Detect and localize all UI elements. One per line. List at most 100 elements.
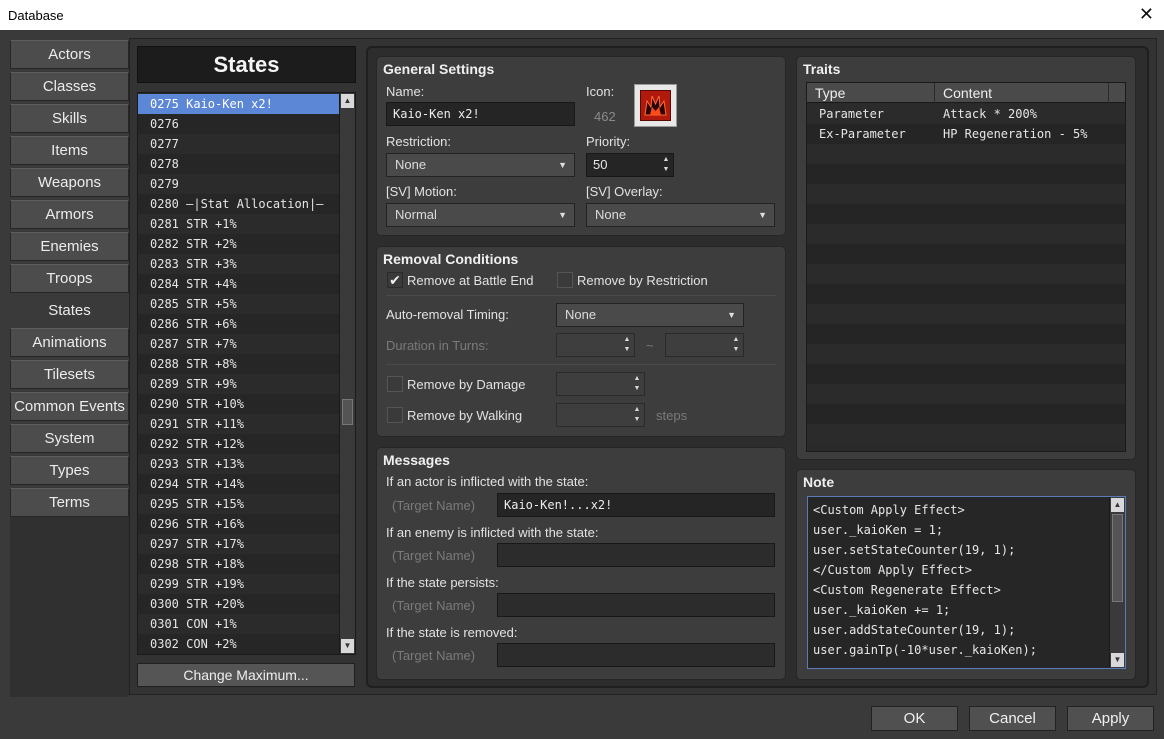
msg-persists-input[interactable]: [497, 593, 775, 617]
category-animations[interactable]: Animations: [10, 328, 129, 357]
list-item[interactable]: 0283 STR +3%: [138, 254, 340, 274]
scroll-up-icon[interactable]: ▲: [341, 94, 354, 108]
scroll-thumb[interactable]: [1112, 514, 1123, 602]
spinner-arrows-icon[interactable]: ▲ ▼: [731, 335, 741, 355]
category-system[interactable]: System: [10, 424, 129, 453]
states-list[interactable]: 0275 Kaio-Ken x2! 0276 0277 0278 0279 0280 —|…: [137, 92, 356, 655]
list-item[interactable]: 0281 STR +1%: [138, 214, 340, 234]
list-item[interactable]: 0277: [138, 134, 340, 154]
list-item[interactable]: 0295 STR +15%: [138, 494, 340, 514]
list-item[interactable]: 0275 Kaio-Ken x2!: [138, 94, 340, 114]
list-item[interactable]: 0301 CON +1%: [138, 614, 340, 634]
table-row[interactable]: [807, 304, 1125, 324]
name-input[interactable]: Kaio-Ken x2!: [386, 102, 575, 126]
scroll-thumb[interactable]: [342, 399, 353, 425]
ok-button[interactable]: OK: [871, 706, 958, 731]
table-row[interactable]: [807, 384, 1125, 404]
apply-button[interactable]: Apply: [1067, 706, 1154, 731]
category-common-events[interactable]: Common Events: [10, 392, 129, 421]
table-row[interactable]: [807, 204, 1125, 224]
list-item[interactable]: 0296 STR +16%: [138, 514, 340, 534]
remove-walking-checkbox[interactable]: [387, 407, 403, 423]
list-item[interactable]: 0290 STR +10%: [138, 394, 340, 414]
list-item[interactable]: 0289 STR +9%: [138, 374, 340, 394]
category-tilesets[interactable]: Tilesets: [10, 360, 129, 389]
list-item[interactable]: 0297 STR +17%: [138, 534, 340, 554]
table-row[interactable]: [807, 164, 1125, 184]
category-actors[interactable]: Actors: [10, 40, 129, 69]
category-weapons[interactable]: Weapons: [10, 168, 129, 197]
list-item[interactable]: 0294 STR +14%: [138, 474, 340, 494]
list-item[interactable]: 0279: [138, 174, 340, 194]
list-item[interactable]: 0286 STR +6%: [138, 314, 340, 334]
list-item[interactable]: 0288 STR +8%: [138, 354, 340, 374]
scroll-down-icon[interactable]: ▼: [1111, 653, 1124, 667]
category-skills[interactable]: Skills: [10, 104, 129, 133]
restriction-select[interactable]: None ▼: [386, 153, 575, 177]
table-row[interactable]: [807, 344, 1125, 364]
remove-restriction-checkbox[interactable]: [557, 272, 573, 288]
damage-percent-spinner[interactable]: ▲ ▼: [556, 372, 645, 396]
spinner-arrows-icon[interactable]: ▲ ▼: [632, 405, 642, 425]
note-scrollbar[interactable]: ▲ ▼: [1109, 497, 1125, 668]
table-row[interactable]: Ex-Parameter HP Regeneration - 5%: [807, 124, 1125, 144]
table-row[interactable]: [807, 244, 1125, 264]
scroll-up-icon[interactable]: ▲: [1111, 498, 1124, 512]
list-item[interactable]: 0278: [138, 154, 340, 174]
duration-min-spinner[interactable]: ▲ ▼: [556, 333, 635, 357]
spinner-arrows-icon[interactable]: ▲ ▼: [632, 374, 642, 394]
category-items[interactable]: Items: [10, 136, 129, 165]
traits-table[interactable]: Type Content Parameter Attack * 200% Ex-Pa…: [806, 82, 1126, 452]
msg-enemy-input[interactable]: [497, 543, 775, 567]
list-item[interactable]: 0280 —|Stat Allocation|—: [138, 194, 340, 214]
msg-actor-input[interactable]: Kaio-Ken!...x2!: [497, 493, 775, 517]
list-item[interactable]: 0287 STR +7%: [138, 334, 340, 354]
change-maximum-button[interactable]: Change Maximum...: [137, 663, 355, 687]
cancel-button[interactable]: Cancel: [969, 706, 1056, 731]
state-icon-picker[interactable]: [634, 84, 677, 127]
table-row[interactable]: [807, 404, 1125, 424]
category-states[interactable]: States: [10, 296, 129, 325]
table-row[interactable]: [807, 284, 1125, 304]
table-row[interactable]: [807, 264, 1125, 284]
priority-spinner[interactable]: 50 ▲ ▼: [586, 153, 674, 177]
list-item[interactable]: 0300 STR +20%: [138, 594, 340, 614]
list-item[interactable]: 0284 STR +4%: [138, 274, 340, 294]
spinner-arrows-icon[interactable]: ▲ ▼: [661, 155, 671, 175]
duration-max-spinner[interactable]: ▲ ▼: [665, 333, 744, 357]
table-row[interactable]: [807, 324, 1125, 344]
table-row[interactable]: [807, 424, 1125, 444]
list-item[interactable]: 0282 STR +2%: [138, 234, 340, 254]
list-item[interactable]: 0285 STR +5%: [138, 294, 340, 314]
remove-battle-end-checkbox[interactable]: ✔: [387, 272, 403, 288]
list-item[interactable]: 0299 STR +19%: [138, 574, 340, 594]
remove-damage-checkbox[interactable]: [387, 376, 403, 392]
overlay-select[interactable]: None ▼: [586, 203, 775, 227]
category-troops[interactable]: Troops: [10, 264, 129, 293]
auto-timing-select[interactable]: None ▼: [556, 303, 744, 327]
table-row[interactable]: [807, 144, 1125, 164]
note-textarea[interactable]: <Custom Apply Effect> user._kaioKen = 1; u…: [807, 496, 1126, 669]
walking-steps-spinner[interactable]: ▲ ▼: [556, 403, 645, 427]
list-item[interactable]: 0292 STR +12%: [138, 434, 340, 454]
table-row[interactable]: [807, 224, 1125, 244]
list-item[interactable]: 0291 STR +11%: [138, 414, 340, 434]
category-armors[interactable]: Armors: [10, 200, 129, 229]
category-enemies[interactable]: Enemies: [10, 232, 129, 261]
table-row[interactable]: Parameter Attack * 200%: [807, 104, 1125, 124]
list-item[interactable]: 0298 STR +18%: [138, 554, 340, 574]
table-row[interactable]: [807, 364, 1125, 384]
list-item[interactable]: 0302 CON +2%: [138, 634, 340, 654]
list-item[interactable]: 0276: [138, 114, 340, 134]
states-list-scrollbar[interactable]: ▲ ▼: [339, 93, 355, 654]
table-row[interactable]: [807, 184, 1125, 204]
scroll-down-icon[interactable]: ▼: [341, 639, 354, 653]
category-types[interactable]: Types: [10, 456, 129, 485]
traits-col-content[interactable]: Content: [935, 83, 1109, 103]
msg-removed-input[interactable]: [497, 643, 775, 667]
category-classes[interactable]: Classes: [10, 72, 129, 101]
motion-select[interactable]: Normal ▼: [386, 203, 575, 227]
traits-col-type[interactable]: Type: [807, 83, 935, 103]
close-icon[interactable]: ✕: [1139, 4, 1154, 25]
spinner-arrows-icon[interactable]: ▲ ▼: [622, 335, 632, 355]
